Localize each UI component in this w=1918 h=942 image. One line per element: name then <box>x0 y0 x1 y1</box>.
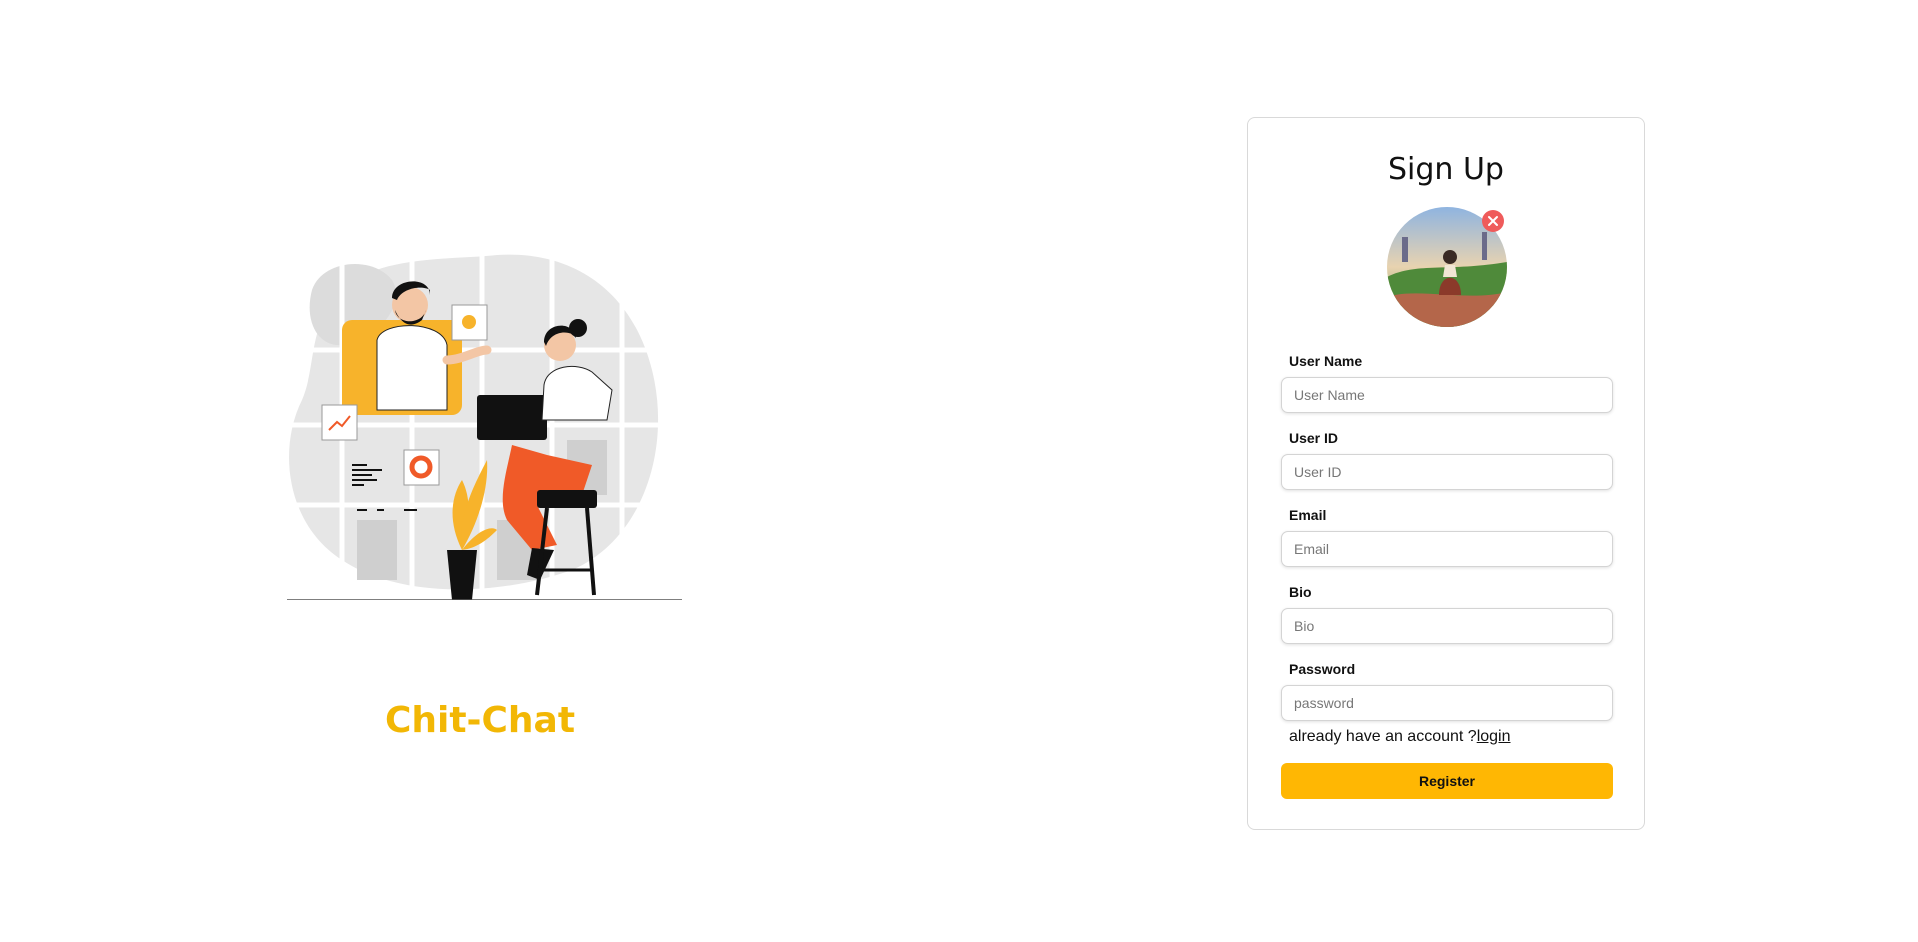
login-prompt-row: already have an account ?login <box>1289 728 1511 746</box>
login-prompt-text: already have an account ? <box>1289 728 1477 745</box>
signup-card: Sign Up User Name User Name User ID User… <box>1247 117 1645 830</box>
userid-input[interactable] <box>1281 454 1613 490</box>
signup-title: Sign Up <box>1388 152 1504 187</box>
userid-label: User ID <box>1289 430 1339 446</box>
username-label: User Name <box>1289 353 1363 369</box>
login-link[interactable]: login <box>1477 728 1511 745</box>
username-input[interactable] <box>1281 377 1613 413</box>
team-chat-illustration <box>282 250 682 600</box>
password-input[interactable] <box>1281 685 1613 721</box>
remove-avatar-button[interactable] <box>1482 210 1504 232</box>
email-label: Email <box>1289 507 1327 523</box>
close-circle-icon <box>1488 216 1498 226</box>
register-button[interactable]: Register <box>1281 763 1613 799</box>
left-panel: Chit-Chat <box>0 0 960 942</box>
bio-label: Bio <box>1289 584 1312 600</box>
avatar-container <box>1387 207 1507 327</box>
password-label: Password <box>1289 661 1356 677</box>
bio-input[interactable] <box>1281 608 1613 644</box>
email-input[interactable] <box>1281 531 1613 567</box>
brand-title: Chit-Chat <box>384 700 576 741</box>
